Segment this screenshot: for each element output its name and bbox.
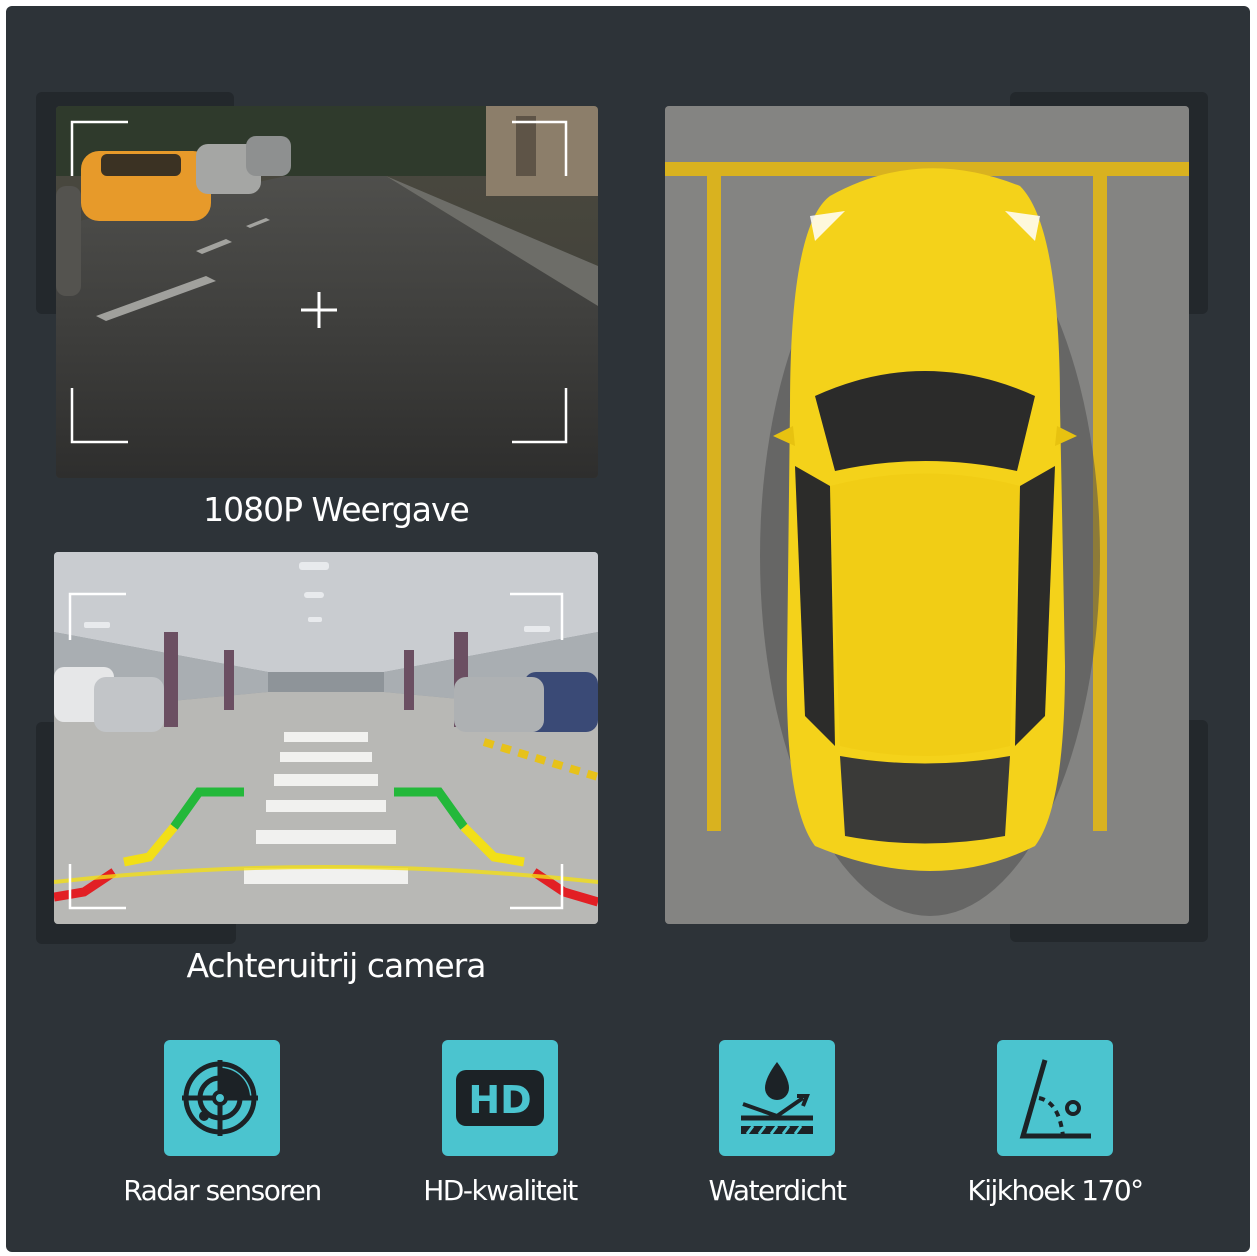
waterproof-icon	[719, 1040, 835, 1156]
frame-corner-icon	[512, 388, 568, 444]
frame-corner-icon	[68, 592, 126, 640]
crosshair-icon	[301, 292, 337, 328]
frame-corner-icon	[510, 592, 564, 640]
svg-text:HD: HD	[468, 1078, 531, 1122]
street-view-image	[56, 106, 598, 478]
reverse-camera-image	[54, 552, 598, 924]
angle-icon	[997, 1040, 1113, 1156]
frame-corner-icon	[510, 864, 564, 910]
frame-corner-icon	[512, 120, 568, 176]
feature-label-angle: Kijkhoek 170°	[967, 1174, 1144, 1207]
frame-corner-icon	[70, 388, 128, 444]
frame-corner-icon	[70, 120, 128, 176]
display-caption: 1080P Weergave	[203, 490, 470, 529]
feature-label-waterproof: Waterdicht	[708, 1174, 847, 1207]
feature-label-hd: HD-kwaliteit	[423, 1174, 578, 1207]
frame-corner-icon	[68, 864, 126, 910]
hd-icon: HD	[442, 1040, 558, 1156]
radar-icon	[164, 1040, 280, 1156]
background-panel: 1080P Weergave Achteruitrij camera HD Ra…	[6, 6, 1250, 1252]
parking-car-image	[665, 106, 1189, 924]
feature-label-radar: Radar sensoren	[123, 1174, 322, 1207]
reverse-caption: Achteruitrij camera	[186, 946, 487, 985]
